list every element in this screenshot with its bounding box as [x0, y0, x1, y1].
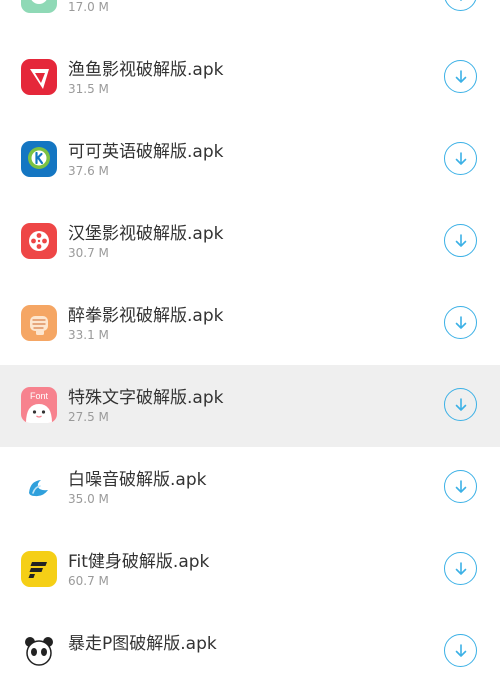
- download-button[interactable]: [444, 306, 477, 339]
- app-name: 渔鱼影视破解版.apk: [68, 60, 224, 80]
- download-arrow-icon: [459, 0, 462, 1]
- app-size: 27.5 M: [68, 410, 109, 424]
- download-arrow-icon: [455, 151, 466, 165]
- list-item[interactable]: 汉堡影视破解版.apk 30.7 M: [0, 201, 500, 283]
- app-size: 17.0 M: [68, 0, 109, 14]
- app-name: 汉堡影视破解版.apk: [68, 224, 224, 244]
- mint-app-icon: [21, 0, 57, 13]
- app-name: 特殊文字破解版.apk: [68, 388, 224, 408]
- download-button[interactable]: [444, 224, 477, 257]
- download-button[interactable]: [444, 60, 477, 93]
- app-size: 31.5 M: [68, 82, 109, 96]
- list-item[interactable]: 渔鱼影视破解版.apk 31.5 M: [0, 37, 500, 119]
- download-button[interactable]: [444, 0, 477, 11]
- download-button[interactable]: [444, 388, 477, 421]
- svg-text:Font: Font: [30, 391, 49, 401]
- download-arrow-icon: [455, 315, 466, 329]
- list-item[interactable]: Fit健身破解版.apk 60.7 M: [0, 529, 500, 611]
- app-size: 30.7 M: [68, 246, 109, 260]
- download-arrow-icon: [455, 479, 466, 493]
- download-arrow-icon: [455, 397, 466, 411]
- list-item[interactable]: 可可英语破解版.apk 37.6 M: [0, 119, 500, 201]
- app-name: 白噪音破解版.apk: [68, 470, 207, 490]
- app-name: Fit健身破解版.apk: [68, 552, 210, 572]
- apk-list: 17.0 M 渔鱼影视破解版.apk 31.5 M 可可英语破解版.apk 37…: [0, 0, 500, 693]
- download-arrow-icon: [455, 643, 466, 657]
- app-size: 35.0 M: [68, 492, 109, 506]
- list-item[interactable]: 白噪音破解版.apk 35.0 M: [0, 447, 500, 529]
- app-size: 37.6 M: [68, 164, 109, 178]
- kekeenglish-k-icon: [21, 141, 57, 177]
- app-size: 60.7 M: [68, 574, 109, 588]
- fit-f-icon: [21, 551, 57, 587]
- list-item[interactable]: 醉拳影视破解版.apk 33.1 M: [0, 283, 500, 365]
- download-button[interactable]: [444, 552, 477, 585]
- font-face-icon: Font: [21, 387, 57, 423]
- list-item[interactable]: 暴走P图破解版.apk: [0, 611, 500, 693]
- app-name: 可可英语破解版.apk: [68, 142, 224, 162]
- film-reel-icon: [21, 223, 57, 259]
- download-button[interactable]: [444, 142, 477, 175]
- app-size: 33.1 M: [68, 328, 109, 342]
- download-button[interactable]: [444, 470, 477, 503]
- fist-icon: [21, 305, 57, 341]
- download-arrow-icon: [455, 69, 466, 83]
- app-name: 醉拳影视破解版.apk: [68, 306, 224, 326]
- download-button[interactable]: [444, 634, 477, 667]
- list-item[interactable]: Font 特殊文字破解版.apk 27.5 M: [0, 365, 500, 447]
- list-item[interactable]: 17.0 M: [0, 0, 500, 37]
- video-play-icon: [21, 59, 57, 95]
- download-arrow-icon: [455, 561, 466, 575]
- download-arrow-icon: [455, 233, 466, 247]
- wave-icon: [21, 469, 57, 505]
- app-name: 暴走P图破解版.apk: [68, 634, 217, 654]
- panda-face-icon: [21, 633, 57, 669]
